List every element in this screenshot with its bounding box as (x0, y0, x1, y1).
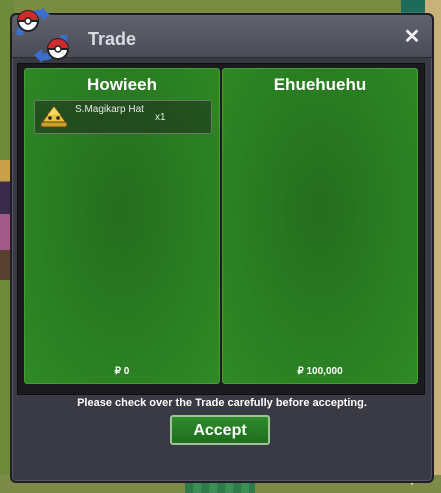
magikarp-hat-icon (40, 105, 68, 128)
player-name: Howieeh (87, 75, 157, 94)
accept-button[interactable]: Accept (170, 415, 270, 445)
player-offer-panel-right: Ehuehuehu ₽ 100,000 (222, 68, 418, 384)
trade-titlebar: Trade ✕ (12, 7, 432, 63)
item-quantity: x1 (155, 112, 166, 123)
player-name: Ehuehuehu (273, 75, 367, 94)
trade-item-slot[interactable]: S.Magikarp Hat x1 (34, 100, 212, 134)
window-title: Trade (88, 29, 137, 49)
close-icon[interactable]: ✕ (402, 27, 422, 47)
money-offer: ₽ 100,000 (297, 366, 343, 377)
player-offer-panel-left: Howieeh S.Magikarp Hat x1 ₽ 0 (24, 68, 220, 384)
money-offer: ₽ 0 (114, 366, 130, 377)
trade-panels: Howieeh S.Magikarp Hat x1 ₽ 0 Ehuehuehu … (17, 63, 425, 395)
item-name: S.Magikarp Hat (75, 104, 144, 115)
pokeball-trade-icon (16, 7, 69, 63)
trade-window: Trade ✕ Howieeh S.Magikarp Hat x1 ₽ 0 Eh… (10, 7, 434, 483)
trade-notice: Please check over the Trade carefully be… (77, 397, 367, 409)
